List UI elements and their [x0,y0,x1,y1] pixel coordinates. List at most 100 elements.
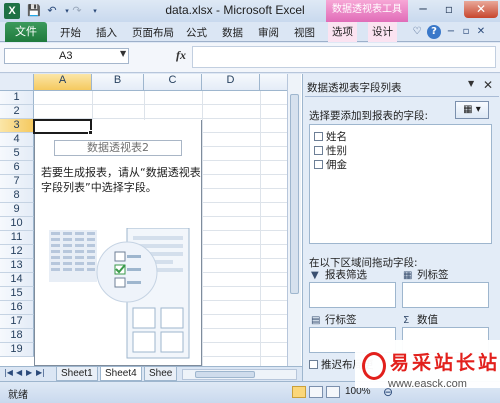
pivot-table-placeholder[interactable]: 数据透视表2 若要生成报表，请从“数据透视表字段列表”中选择字段。 [34,120,202,366]
field-checkbox[interactable] [314,146,323,155]
grid-line [202,342,290,343]
row-labels-label: ▤ 行标签 [311,314,357,326]
grid-line [260,91,261,366]
sheet-tab-shee[interactable]: Shee [144,367,178,381]
row-header-11[interactable]: 11 [0,231,34,245]
field-layout-button[interactable]: ▦ ▾ [455,101,489,119]
row-header-2[interactable]: 2 [0,105,34,119]
row-header-1[interactable]: 1 [0,91,34,105]
row-header-4[interactable]: 4 [0,133,34,147]
column-header-b[interactable]: B [92,74,144,91]
horizontal-scrollbar[interactable] [182,369,297,380]
row-header-3[interactable]: 3 [0,119,34,133]
row-header-9[interactable]: 9 [0,203,34,217]
tab-view[interactable]: 视图 [294,25,315,40]
row-header-10[interactable]: 10 [0,217,34,231]
row-header-5[interactable]: 5 [0,147,34,161]
customize-toolbar-icon[interactable]: ▾ [88,4,102,18]
grid-line [202,244,290,245]
tab-data[interactable]: 数据 [222,25,243,40]
column-header-a[interactable]: A [34,74,92,91]
defer-checkbox[interactable] [309,360,318,369]
row-header-17[interactable]: 17 [0,315,34,329]
page-layout-view-button[interactable] [309,386,323,398]
column-labels-label: ▦ 列标签 [403,269,449,281]
column-header-c[interactable]: C [144,74,202,91]
tab-options[interactable]: 选项 [328,22,357,42]
tab-formulas[interactable]: 公式 [186,25,207,40]
next-sheet-icon[interactable]: ▶ [26,368,32,377]
ribbon-tabs: 文件 开始 插入 页面布局 公式 数据 审阅 视图 选项 设计 ♡ ? − ▫ … [0,22,500,42]
grid-line [202,328,290,329]
page-break-view-button[interactable] [326,386,340,398]
doc-close-icon[interactable]: ✕ [474,25,488,39]
field-item-commission[interactable]: 佣金 [314,157,347,172]
row-header-16[interactable]: 16 [0,301,34,315]
name-box[interactable]: A3 [4,48,129,64]
select-all-corner[interactable] [0,74,34,91]
column-header-e[interactable] [260,74,290,91]
tab-page-layout[interactable]: 页面布局 [132,25,174,40]
last-sheet-icon[interactable]: ▶| [36,368,45,377]
row-header-14[interactable]: 14 [0,273,34,287]
tab-home[interactable]: 开始 [60,25,81,40]
grid-line [202,230,290,231]
row-header-15[interactable]: 15 [0,287,34,301]
vertical-scroll-thumb[interactable] [290,94,299,294]
insert-function-icon[interactable]: fx [176,48,186,63]
close-button[interactable]: ✕ [464,1,498,18]
help-icon[interactable]: ? [427,25,441,39]
row-header-7[interactable]: 7 [0,175,34,189]
active-cell-cursor[interactable] [33,119,92,134]
formula-input[interactable] [192,46,496,68]
field-label: 性别 [326,145,347,157]
row-header-19[interactable]: 19 [0,343,34,357]
doc-restore-icon[interactable]: ▫ [459,25,473,39]
save-icon[interactable]: 💾 [27,4,41,18]
row-header-13[interactable]: 13 [0,259,34,273]
excel-app-icon[interactable]: X [4,3,20,19]
minimize-button[interactable]: ─ [410,1,436,18]
tab-design[interactable]: 设计 [368,22,397,42]
vertical-scrollbar[interactable] [287,74,301,366]
title-bar: X 💾 ↶ ▾ ↷ ▾ data.xlsx - Microsoft Excel … [0,0,500,22]
worksheet-grid[interactable]: A B C D 1 2 3 4 5 6 7 8 9 10 11 12 13 14 15 16 17 18 19 数据… [0,74,302,366]
field-item-gender[interactable]: 性别 [314,143,347,158]
tab-insert[interactable]: 插入 [96,25,117,40]
row-header-18[interactable]: 18 [0,329,34,343]
grid-line [202,146,290,147]
row-header-8[interactable]: 8 [0,189,34,203]
column-labels-dropzone[interactable] [402,282,489,308]
field-checkbox[interactable] [314,160,323,169]
doc-minimize-icon[interactable]: − [444,25,458,39]
first-sheet-icon[interactable]: |◀ [4,368,13,377]
ribbon-collapse-icon[interactable]: ♡ [410,25,424,39]
row-header-12[interactable]: 12 [0,245,34,259]
grid-line [202,160,290,161]
redo-icon[interactable]: ↷ [70,4,84,18]
row-labels-icon: ▤ [311,315,321,326]
pivot-table-instructions: 若要生成报表，请从“数据透视表字段列表”中选择字段。 [41,166,201,194]
normal-view-button[interactable] [292,386,306,398]
tab-review[interactable]: 审阅 [258,25,279,40]
prev-sheet-icon[interactable]: ◀ [16,368,22,377]
tab-file[interactable]: 文件 [5,22,47,42]
field-item-name[interactable]: 姓名 [314,129,347,144]
status-ready: 就绪 [8,390,28,401]
field-label: 姓名 [326,131,347,143]
column-header-d[interactable]: D [202,74,260,91]
horizontal-scroll-thumb[interactable] [195,371,255,378]
row-header-6[interactable]: 6 [0,161,34,175]
pane-options-icon[interactable]: ▼ [468,79,474,88]
name-box-dropdown-icon[interactable]: ▼ [120,49,126,58]
undo-icon[interactable]: ↶ [45,4,59,18]
fill-handle[interactable] [88,130,93,135]
restore-button[interactable]: ▫ [436,1,462,18]
pane-close-icon[interactable]: ✕ [483,78,493,92]
sheet-tab-sheet1[interactable]: Sheet1 [56,367,98,381]
report-filter-dropzone[interactable] [309,282,396,308]
field-checkbox[interactable] [314,132,323,141]
pivot-table-name: 数据透视表2 [54,140,182,156]
sheet-tab-sheet4[interactable]: Sheet4 [100,367,142,381]
sheet-tab-bar: |◀ ◀ ▶ ▶| Sheet1 Sheet4 Shee [0,366,302,381]
